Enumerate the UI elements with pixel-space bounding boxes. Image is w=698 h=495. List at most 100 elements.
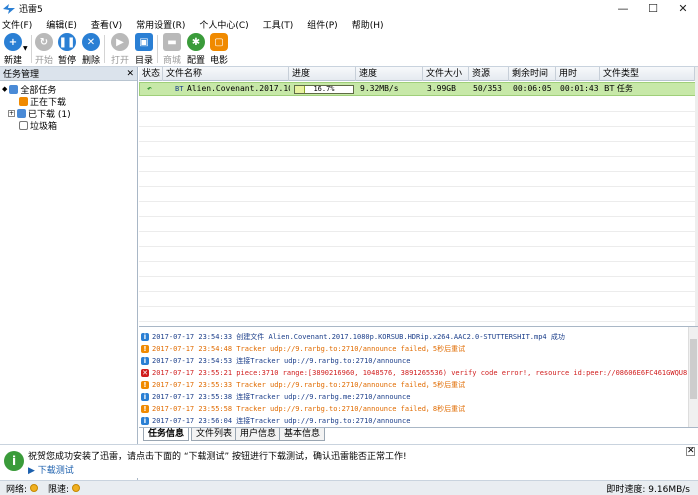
tab-file-list[interactable]: 文件列表 <box>191 428 238 441</box>
column-file-name[interactable]: 文件名称 <box>163 67 289 81</box>
menu-view[interactable]: 查看(V) <box>89 18 124 31</box>
grid-line <box>139 201 698 202</box>
grid-line <box>139 111 698 112</box>
info-icon: i <box>141 392 149 401</box>
new-task-button[interactable]: + 新建 <box>1 33 25 66</box>
menu-file[interactable]: 文件(F) <box>0 18 34 31</box>
pause-button[interactable]: ❚❚ 暂停 <box>55 33 79 66</box>
download-test-link[interactable]: ▶ 下载测试 <box>28 463 74 476</box>
delete-button[interactable]: ✕ 删除 <box>79 33 103 66</box>
downloading-icon <box>19 96 28 106</box>
column-progress[interactable]: 进度 <box>289 67 356 81</box>
grid-line <box>139 186 698 187</box>
minimize-button[interactable]: — <box>608 0 638 17</box>
grid-line <box>139 291 698 292</box>
log-text: 2017-07-17 23:56:04 连接Tracker udp://9.ra… <box>152 416 411 425</box>
movie-button[interactable]: ▢ 电影 <box>207 33 231 66</box>
collapse-icon[interactable]: ◆ <box>2 85 7 93</box>
task-type: BT 任务 <box>604 84 633 93</box>
notice-close-icon[interactable]: ✕ <box>686 447 695 456</box>
menu-help[interactable]: 帮助(H) <box>350 18 386 31</box>
maximize-button[interactable]: ☐ <box>638 0 668 17</box>
column-speed[interactable]: 速度 <box>356 67 423 81</box>
task-file-name: Alien.Covenant.2017.1080p <box>187 84 290 93</box>
grid-line <box>139 156 698 157</box>
open-button[interactable]: ▶ 打开 <box>108 33 132 66</box>
log-text: 2017-07-17 23:55:21 piece:3710 range:[38… <box>152 368 698 377</box>
delete-icon: ✕ <box>82 33 100 51</box>
tree-item-downloaded[interactable]: + 已下载 (1) <box>8 107 71 120</box>
task-progress-bar: 16.7% <box>294 85 354 94</box>
grid-line <box>139 261 698 262</box>
menu-tools[interactable]: 工具(T) <box>261 18 296 31</box>
notice-text: 祝贺您成功安装了迅雷，请点击下面的 “下载测试” 按钮进行下载测试，确认迅雷能否… <box>28 452 407 462</box>
log-line: ! 2017-07-17 23:54:48 Tracker udp://9.ra… <box>141 343 465 354</box>
info-icon: i <box>141 356 149 365</box>
menu-user-center[interactable]: 个人中心(C) <box>197 18 250 31</box>
realtime-speed: 即时速度: 9.16MB/s <box>606 484 690 495</box>
toolbar: + 新建 ▼ ↻ 开始 ❚❚ 暂停 ✕ 删除 ▶ 打开 ▣ 目录 ▬ 商城 ✱ … <box>0 31 698 67</box>
start-button[interactable]: ↻ 开始 <box>32 33 56 66</box>
grid-line <box>139 171 698 172</box>
log-line: ! 2017-07-17 23:55:33 Tracker udp://9.ra… <box>141 379 465 390</box>
column-file-size[interactable]: 文件大小 <box>423 67 469 81</box>
commercial-button[interactable]: ▬ 商城 <box>160 33 184 66</box>
column-elapsed-time[interactable]: 用时 <box>556 67 600 81</box>
info-icon: i <box>141 416 149 425</box>
column-file-type[interactable]: 文件类型 <box>600 67 695 81</box>
progress-percent: 16.7% <box>313 85 335 93</box>
toolbar-separator <box>157 35 158 63</box>
menu-bar: 文件(F) 编辑(E) 查看(V) 常用设置(R) 个人中心(C) 工具(T) … <box>0 17 698 31</box>
downloading-status-icon: ↶ <box>147 84 152 93</box>
network-status-icon[interactable] <box>30 484 39 492</box>
task-elapsed: 00:01:43 <box>560 84 599 93</box>
config-icon: ✱ <box>187 33 205 51</box>
status-bar: 网络: 限速: 即时速度: 9.16MB/s <box>0 480 698 495</box>
new-dropdown-arrow-icon[interactable]: ▼ <box>23 45 28 52</box>
menu-plugins[interactable]: 组件(P) <box>305 18 339 31</box>
log-line: i 2017-07-17 23:56:04 连接Tracker udp://9.… <box>141 415 410 426</box>
log-text: 2017-07-17 23:54:53 连接Tracker udp://9.ra… <box>152 356 411 365</box>
task-row[interactable]: ↶ BT Alien.Covenant.2017.1080p 16.7% 9.3… <box>139 82 698 96</box>
all-tasks-icon <box>9 84 19 94</box>
config-button[interactable]: ✱ 配置 <box>184 33 208 66</box>
tab-task-info[interactable]: 任务信息 <box>143 428 190 441</box>
speed-limit-icon[interactable] <box>72 484 81 492</box>
warning-icon: ! <box>141 404 149 413</box>
expand-icon[interactable]: + <box>8 109 15 117</box>
sidebar-header: 任务管理 ✕ <box>0 67 137 81</box>
tab-user-info[interactable]: 用户信息 <box>235 428 282 441</box>
grid-line <box>139 321 698 322</box>
close-button[interactable]: ✕ <box>668 0 698 17</box>
log-scrollbar[interactable] <box>688 327 698 427</box>
tree-item-downloading[interactable]: 正在下载 <box>19 95 66 108</box>
task-resources: 50/353 <box>473 84 502 93</box>
log-scroll-thumb[interactable] <box>690 339 697 399</box>
menu-edit[interactable]: 编辑(E) <box>44 18 79 31</box>
task-remaining: 00:06:05 <box>513 84 552 93</box>
warning-icon: ! <box>141 380 149 389</box>
log-line: i 2017-07-17 23:54:53 连接Tracker udp://9.… <box>141 355 410 366</box>
info-icon: i <box>141 332 149 341</box>
thunder-logo-icon <box>3 3 15 14</box>
network-label: 网络: <box>6 484 28 495</box>
log-line: ! 2017-07-17 23:55:58 Tracker udp://9.ra… <box>141 403 465 414</box>
column-remaining-time[interactable]: 剩余时间 <box>509 67 556 81</box>
sidebar-close-icon[interactable]: ✕ <box>126 69 134 79</box>
tab-basic-info[interactable]: 基本信息 <box>279 428 326 441</box>
task-management-sidebar: 任务管理 ✕ ◆ 全部任务 正在下载 + 已下载 (1) 垃圾箱 <box>0 67 138 482</box>
title-bar: 迅雷5 — ☐ ✕ <box>0 0 698 17</box>
directory-button[interactable]: ▣ 目录 <box>132 33 156 66</box>
column-resources[interactable]: 资源 <box>469 67 509 81</box>
log-text: 2017-07-17 23:54:33 创建文件 Alien.Covenant.… <box>152 332 565 341</box>
tree-item-trash[interactable]: 垃圾箱 <box>19 119 57 132</box>
grid-line <box>139 246 698 247</box>
tree-item-all-tasks[interactable]: ◆ 全部任务 <box>2 83 56 96</box>
menu-settings[interactable]: 常用设置(R) <box>134 18 187 31</box>
window-title: 迅雷5 <box>19 5 43 15</box>
log-tabs: 任务信息 文件列表 用户信息 基本信息 <box>139 427 698 441</box>
grid-line <box>139 306 698 307</box>
task-speed: 9.32MB/s <box>360 84 399 93</box>
column-status[interactable]: 状态 <box>139 67 163 81</box>
downloaded-icon <box>17 108 26 118</box>
